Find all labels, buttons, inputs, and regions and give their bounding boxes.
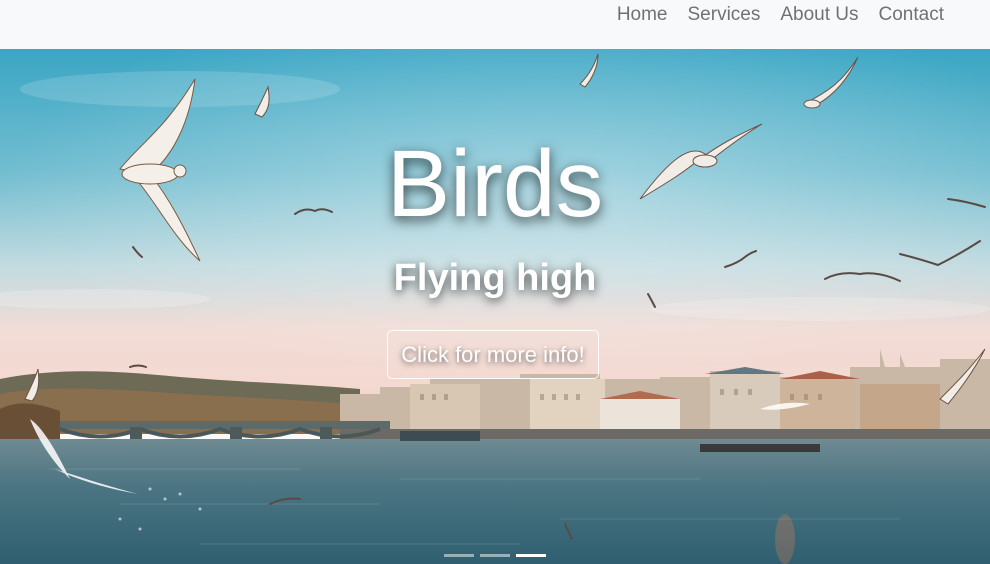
hero-title: Birds: [386, 131, 604, 237]
nav-links: Home Services About Us Contact: [607, 4, 944, 26]
birds-river-background-image: [0, 49, 990, 564]
nav-link-services[interactable]: Services: [678, 4, 771, 26]
carousel-indicator-1[interactable]: [444, 554, 474, 557]
nav-link-about-us[interactable]: About Us: [770, 4, 868, 26]
carousel-indicator-3[interactable]: [516, 554, 546, 557]
nav-link-home[interactable]: Home: [607, 4, 678, 26]
carousel-indicators: [0, 554, 990, 557]
hero-subtitle: Flying high: [393, 257, 597, 299]
carousel-indicator-2[interactable]: [480, 554, 510, 557]
navbar: Home Services About Us Contact: [0, 0, 990, 49]
more-info-button[interactable]: Click for more info!: [387, 330, 599, 379]
nav-link-contact[interactable]: Contact: [869, 4, 944, 26]
hero-carousel: Birds Flying high Click for more info!: [0, 49, 990, 564]
